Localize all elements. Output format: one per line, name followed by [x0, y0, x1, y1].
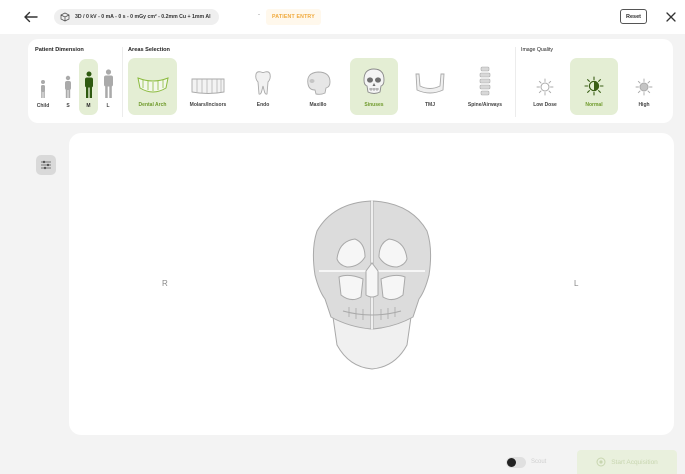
area-label: Molars/Incisors — [189, 102, 227, 108]
acquisition-summary: 3D / 0 kV - 0 mA - 0 s - 0 mGy cm² - 0.2… — [54, 9, 219, 25]
person-medium-icon — [84, 71, 93, 98]
start-acquisition-label: Start Acquisition — [611, 458, 658, 466]
person-large-icon — [103, 69, 113, 98]
normal-quality-icon — [584, 76, 604, 96]
area-label: Spine/Airways — [467, 102, 503, 108]
quality-label: Low Dose — [533, 102, 557, 108]
reset-button[interactable]: Reset — [620, 9, 647, 24]
top-bar: 3D / 0 kV - 0 mA - 0 s - 0 mGy cm² - 0.2… — [0, 0, 685, 34]
area-label: Maxillo — [309, 102, 327, 108]
molars-incisors-icon — [191, 78, 225, 94]
area-tmj[interactable]: TMJ — [411, 58, 449, 115]
patient-size-label: M — [86, 103, 91, 109]
area-maxillo[interactable]: Maxillo — [297, 58, 339, 115]
area-endo[interactable]: Endo — [245, 58, 281, 115]
patient-right-label: R — [162, 279, 168, 288]
high-quality-icon — [635, 78, 653, 96]
quality-low-dose[interactable]: Low Dose — [525, 58, 565, 115]
area-molars-incisors[interactable]: Molars/Incisors — [180, 58, 236, 115]
skull-front-diagram[interactable] — [309, 199, 435, 371]
tooth-icon — [255, 71, 271, 95]
close-icon[interactable] — [663, 9, 679, 25]
dental-arch-icon — [136, 77, 169, 93]
area-label: TMJ — [425, 102, 435, 108]
start-icon — [596, 457, 606, 467]
section-divider — [122, 47, 123, 117]
person-small-icon — [65, 75, 71, 98]
spine-icon — [479, 66, 491, 96]
start-acquisition-button[interactable]: Start Acquisition — [577, 450, 677, 474]
patient-size-m[interactable]: M — [79, 59, 98, 115]
area-sinuses[interactable]: Sinuses — [350, 58, 398, 115]
skull-side-icon — [307, 71, 331, 95]
acquisition-summary-text: 3D / 0 kV - 0 mA - 0 s - 0 mGy cm² - 0.2… — [75, 14, 211, 20]
skull-front-icon — [363, 68, 385, 94]
cube-icon — [60, 12, 70, 22]
quality-label: High — [638, 102, 650, 108]
area-spine-airways[interactable]: Spine/Airways — [460, 58, 510, 115]
areas-selection-title: Areas Selection — [128, 47, 170, 53]
area-label: Dental Arch — [138, 102, 167, 108]
child-figure-icon — [41, 80, 45, 98]
area-label: Sinuses — [364, 102, 384, 108]
sliders-icon — [41, 160, 51, 170]
scout-label: Scout — [531, 459, 547, 465]
patient-size-l[interactable]: L — [99, 61, 117, 115]
toggle-knob — [507, 458, 516, 467]
section-divider — [515, 47, 516, 117]
region-viewer: R L — [69, 133, 674, 435]
quality-normal[interactable]: Normal — [570, 58, 618, 115]
quality-high[interactable]: High — [628, 58, 660, 115]
patient-size-child[interactable]: Child — [31, 67, 55, 115]
quality-label: Normal — [585, 102, 603, 108]
adjustments-button[interactable] — [36, 155, 56, 175]
jaw-icon — [415, 73, 445, 94]
separator: - — [258, 12, 260, 18]
patient-size-label: S — [66, 103, 70, 109]
patient-dimension-title: Patient Dimension — [35, 47, 84, 53]
image-quality-title: Image Quality — [521, 47, 554, 53]
scout-toggle[interactable] — [506, 457, 526, 468]
back-arrow-icon[interactable] — [22, 8, 40, 26]
selection-panel: Patient Dimension Child S M L Areas Sele… — [28, 39, 673, 123]
patient-size-label: Child — [36, 103, 50, 109]
low-dose-icon — [536, 78, 554, 96]
area-label: Endo — [256, 102, 270, 108]
patient-size-s[interactable]: S — [59, 67, 77, 115]
patient-left-label: L — [574, 279, 579, 288]
patient-size-label: L — [106, 103, 110, 109]
patient-entry-link[interactable]: PATIENT ENTRY — [266, 9, 321, 25]
area-dental-arch[interactable]: Dental Arch — [128, 58, 177, 115]
